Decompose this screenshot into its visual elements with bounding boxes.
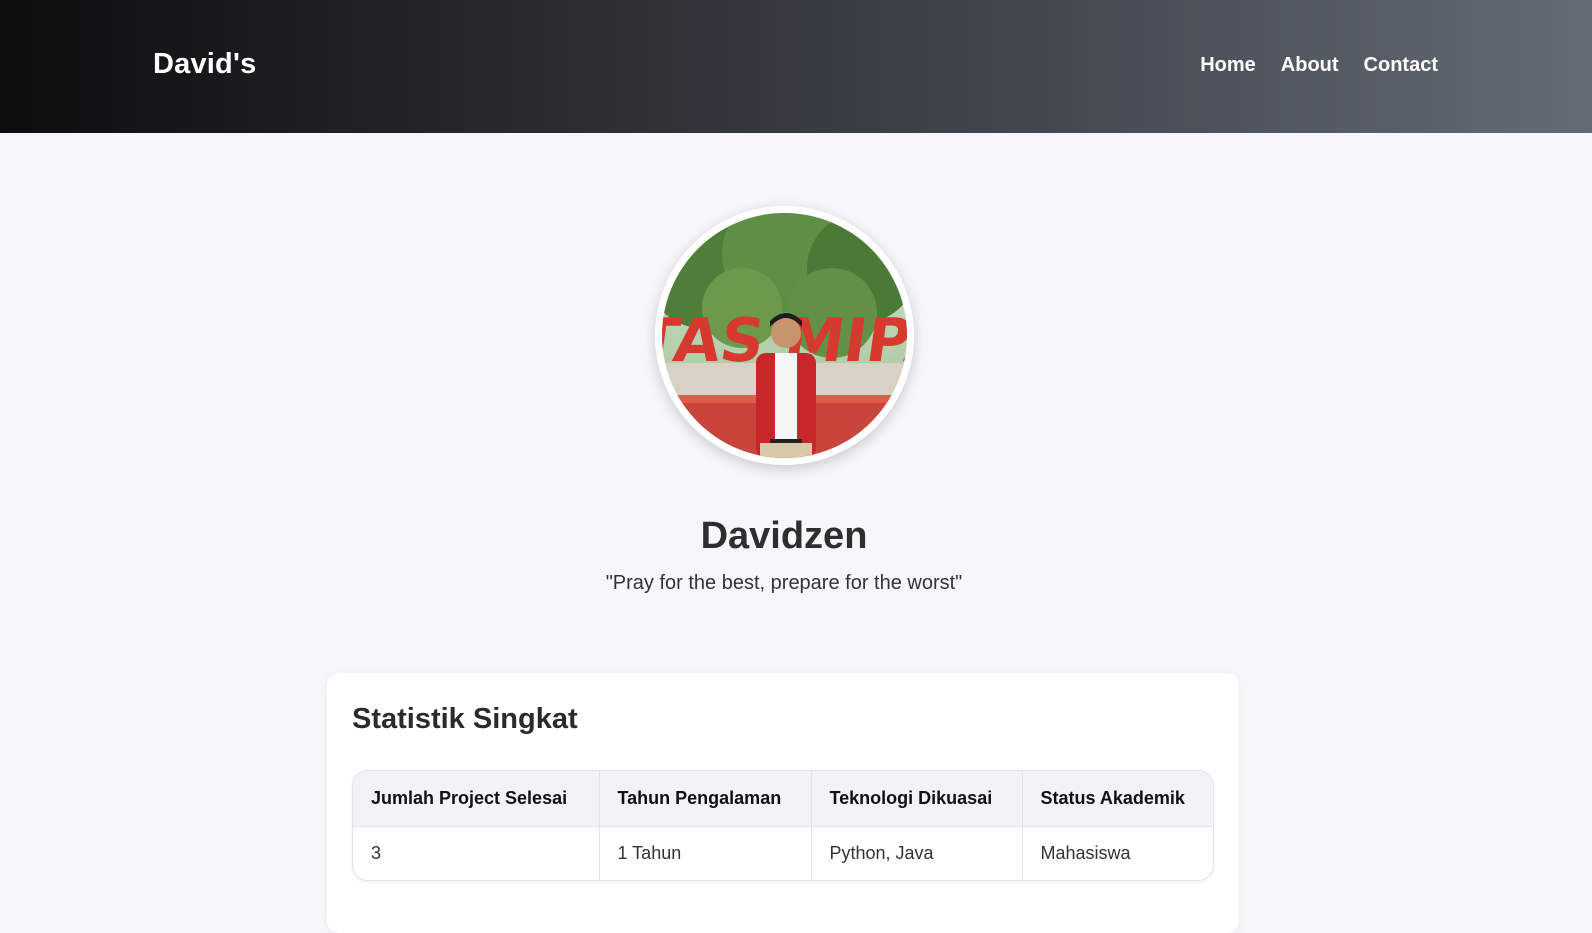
profile-name: Davidzen: [700, 515, 868, 557]
header-experience-years: Tahun Pengalaman: [599, 771, 812, 827]
profile-quote: "Pray for the best, prepare for the wors…: [605, 572, 963, 594]
table-header-row: Jumlah Project Selesai Tahun Pengalaman …: [353, 771, 1213, 827]
table-row: 3 1 Tahun Python, Java Mahasiswa: [353, 826, 1213, 880]
profile-photo: TAS MIPA: [662, 213, 907, 458]
nav-link-about[interactable]: About: [1281, 54, 1339, 77]
nav-link-contact[interactable]: Contact: [1364, 54, 1438, 77]
stats-title: Statistik Singkat: [352, 703, 578, 735]
stats-card: Statistik Singkat Jumlah Project Selesai…: [327, 673, 1239, 933]
brand-logo-link[interactable]: David's: [153, 48, 256, 81]
cell-technologies: Python, Java: [811, 826, 1023, 880]
cell-experience-years: 1 Tahun: [599, 826, 812, 880]
nav-link-home[interactable]: Home: [1200, 54, 1256, 77]
cell-project-count: 3: [353, 826, 600, 880]
cell-academic-status: Mahasiswa: [1022, 826, 1213, 880]
nav-links: Home About Contact: [1200, 54, 1438, 77]
navbar: David's Home About Contact: [0, 0, 1592, 133]
profile-avatar: TAS MIPA: [655, 206, 914, 465]
header-technologies: Teknologi Dikuasai: [811, 771, 1023, 827]
header-project-count: Jumlah Project Selesai: [353, 771, 600, 827]
header-academic-status: Status Akademik: [1022, 771, 1213, 827]
stats-table: Jumlah Project Selesai Tahun Pengalaman …: [352, 770, 1214, 881]
